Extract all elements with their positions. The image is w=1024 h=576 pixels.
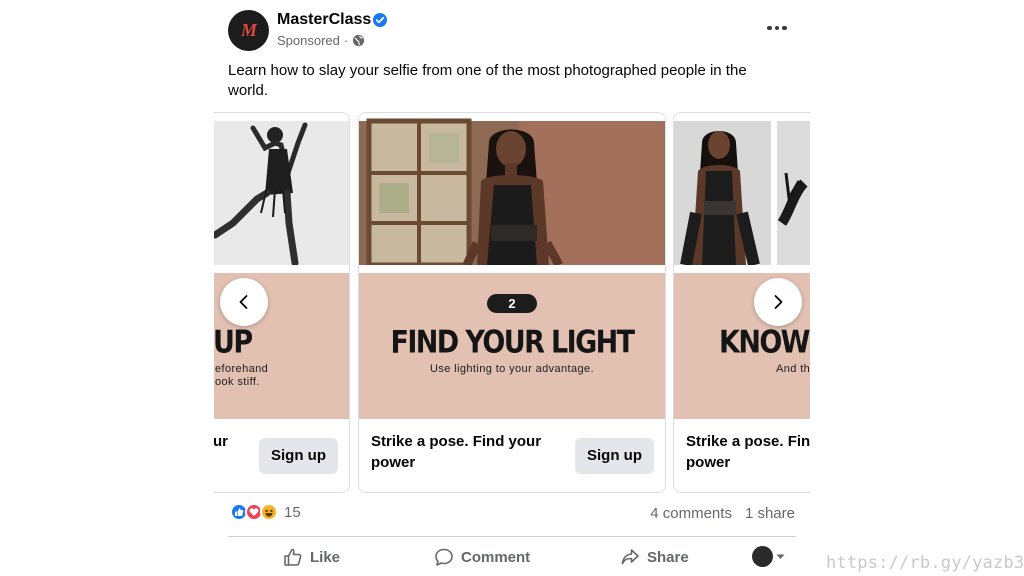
shares-count[interactable]: 1 share (745, 505, 795, 522)
card-headline: UP (214, 325, 253, 361)
sign-up-button[interactable]: Sign up (575, 438, 654, 474)
share-label: Share (647, 548, 689, 566)
card-headline: KNOW YO (719, 325, 810, 361)
card-subline: Use lighting to your advantage. (429, 363, 595, 375)
card-subline: eforehand (215, 363, 269, 375)
card-footer: Strike a pose. Find your power Sign up (359, 419, 665, 492)
card-photo (674, 113, 810, 265)
engagement-counts: 4 comments 1 share (650, 505, 795, 522)
card-caption: Strike a pose. Fin power (686, 433, 810, 471)
watermark-url: https://rb.gy/yazb37 (826, 553, 1024, 573)
verified-badge-icon (373, 13, 387, 27)
chevron-right-icon (774, 295, 783, 309)
facebook-post: M MasterClass Sponsored · Learn how to s… (214, 0, 810, 576)
card-photo (214, 113, 349, 265)
more-options-icon[interactable] (766, 18, 788, 38)
chevron-left-icon (239, 295, 248, 309)
sign-up-button[interactable]: Sign up (259, 438, 338, 474)
comment-label: Comment (461, 548, 531, 566)
masterclass-logo: M (240, 20, 257, 40)
share-icon (621, 549, 639, 565)
caret-down-icon (776, 554, 785, 559)
separator: · (343, 33, 349, 48)
comment-button[interactable]: Comment (434, 540, 530, 574)
comment-icon (435, 548, 453, 566)
card-caption: Strike a pose. Find your power (371, 433, 542, 471)
card-panel: 2 FIND YOUR LIGHT Use lighting to your a… (359, 273, 665, 419)
reactions-summary[interactable]: 15 (230, 503, 301, 521)
card-footer: Strike a pose. Fin power (674, 419, 810, 492)
page-name[interactable]: MasterClass (277, 11, 371, 29)
audience-selector[interactable] (752, 546, 785, 567)
carousel[interactable]: UP eforehand ook stiff. ur Sign up 2 FIN… (214, 112, 810, 494)
carousel-next-button[interactable] (754, 278, 802, 326)
card-subline-2: ook stiff. (215, 376, 260, 388)
globe-icon (353, 34, 365, 47)
card-subline: And th (776, 363, 810, 375)
reaction-count: 15 (284, 503, 301, 521)
page-avatar[interactable]: M (228, 10, 269, 51)
card-step-badge: 2 (487, 294, 537, 313)
like-label: Like (310, 548, 341, 566)
carousel-prev-button[interactable] (220, 278, 268, 326)
action-bar: Like Comment Share (228, 540, 796, 574)
card-photo (359, 113, 665, 265)
sponsored-label[interactable]: Sponsored (277, 33, 340, 48)
sponsored-row: Sponsored · (277, 33, 365, 48)
thumbs-up-icon (284, 548, 302, 566)
like-button[interactable]: Like (283, 540, 340, 574)
divider (228, 536, 796, 537)
share-button[interactable]: Share (620, 540, 689, 574)
post-text: Learn how to slay your selfie from one o… (228, 62, 747, 99)
card-footer: ur Sign up (214, 419, 349, 492)
card-headline: FIND YOUR LIGHT (390, 325, 636, 361)
comments-count[interactable]: 4 comments (650, 505, 732, 522)
haha-reaction-icon (260, 503, 278, 521)
carousel-card[interactable]: 2 FIND YOUR LIGHT Use lighting to your a… (358, 112, 666, 493)
user-avatar (752, 546, 773, 567)
